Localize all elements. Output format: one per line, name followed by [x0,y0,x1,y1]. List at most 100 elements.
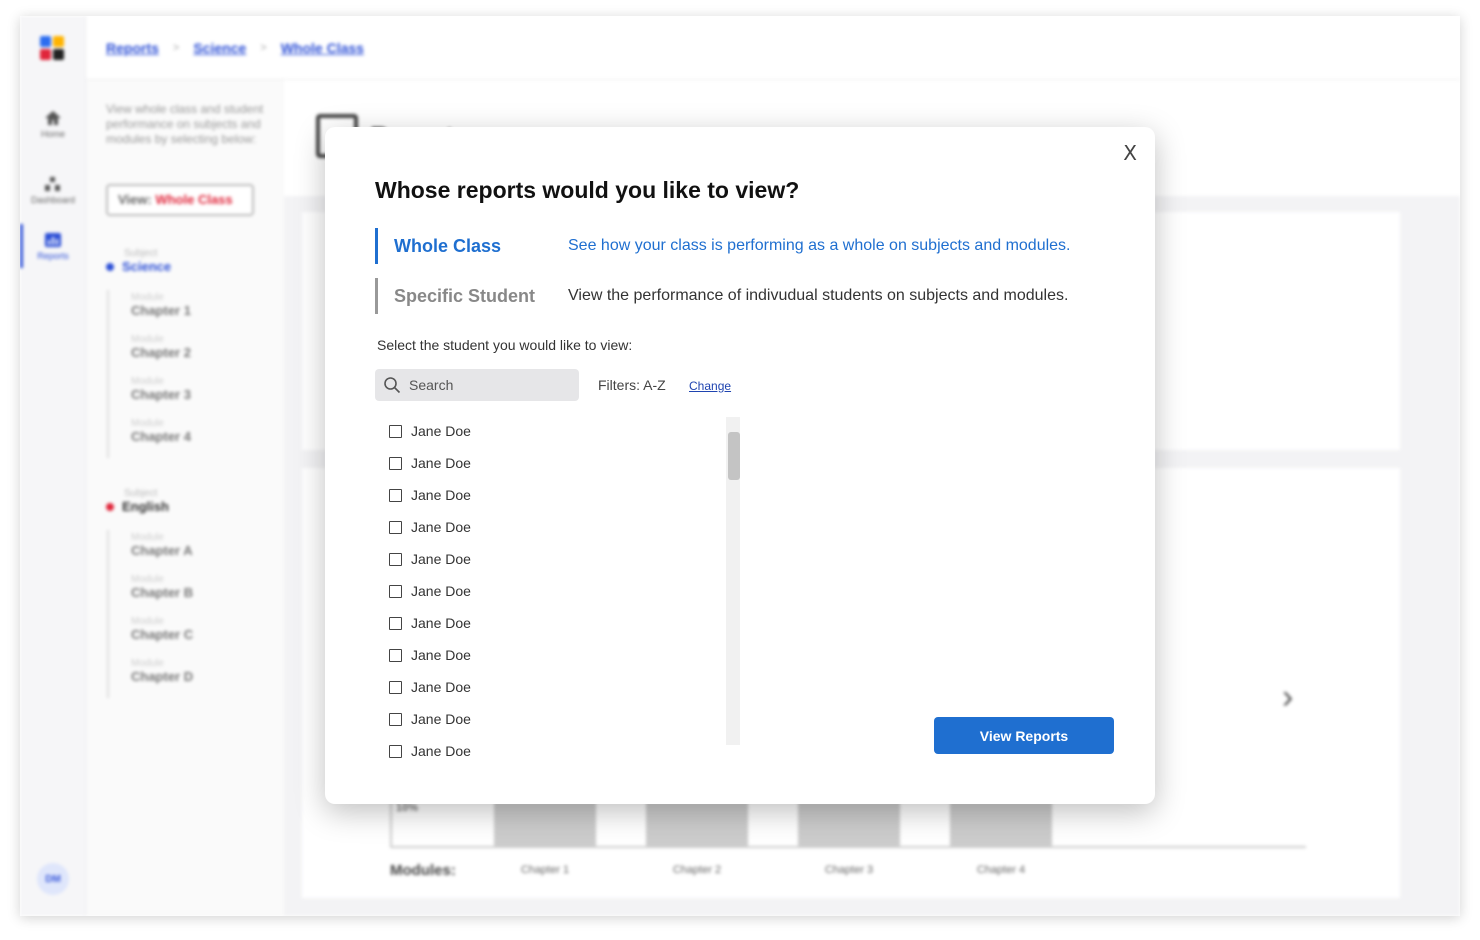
student-row[interactable]: Jane Doe [389,607,589,639]
module-item[interactable]: Module Chapter B [131,572,193,614]
student-search-input[interactable]: Search [375,369,579,401]
subject-science[interactable]: Subject Science [106,248,171,274]
search-placeholder: Search [409,377,454,393]
student-row[interactable]: Jane Doe [389,575,589,607]
rail-item-label: Dashboard [30,195,76,205]
chart-x-title: Modules: [390,862,456,879]
breadcrumb-reports[interactable]: Reports [106,40,159,56]
module-item[interactable]: Module Chapter 1 [131,290,191,332]
module-name: Chapter B [131,585,194,600]
student-row[interactable]: Jane Doe [389,511,589,543]
module-name: Chapter 2 [131,345,191,360]
module-item[interactable]: Module Chapter A [131,530,193,572]
module-item[interactable]: Module Chapter 2 [131,332,191,374]
view-reports-button[interactable]: View Reports [934,717,1114,754]
student-checkbox[interactable] [389,744,402,758]
student-checkbox[interactable] [389,680,402,694]
x-tick-label: Chapter 3 [824,864,874,876]
module-label: Module [131,616,164,627]
module-list: Module Chapter 1 Module Chapter 2 Module Ch… [107,290,191,458]
chart-bar [950,802,1052,848]
student-name: Jane Doe [411,551,471,567]
change-filter-link[interactable]: Change [689,379,731,393]
student-checkbox[interactable] [389,712,402,726]
rail-item-home[interactable]: Home [20,110,86,139]
option-specific-student[interactable]: Specific Student View the performance of… [375,278,1068,314]
chevron-right-icon: > [260,41,267,54]
rail-item-reports[interactable]: Reports [20,232,86,261]
subject-name: English [122,499,169,514]
subject-dot [106,503,114,511]
student-name: Jane Doe [411,615,471,631]
breadcrumb-science[interactable]: Science [193,40,246,56]
report-filter-panel: View whole class and student performance… [86,80,284,916]
student-checkbox[interactable] [389,584,402,598]
module-item[interactable]: Module Chapter 4 [131,416,191,458]
view-label: View: [118,192,156,207]
x-tick-label: Chapter 2 [672,864,722,876]
student-name: Jane Doe [411,487,471,503]
chart-bar [646,802,748,848]
breadcrumb-whole-class[interactable]: Whole Class [281,40,364,56]
view-value: Whole Class [155,192,233,207]
student-row[interactable]: Jane Doe [389,639,589,671]
student-row[interactable]: Jane Doe [389,671,589,703]
avatar[interactable]: DM [37,863,69,895]
home-icon [45,111,61,125]
module-label: Module [131,376,164,387]
chart-x-axis [390,846,1306,848]
breadcrumb: Reports > Science > Whole Class [86,16,1460,80]
view-selector[interactable]: View: Whole Class [106,184,254,216]
subject-label: Subject [124,488,158,499]
student-checkbox[interactable] [389,424,402,438]
student-checkbox[interactable] [389,488,402,502]
rail-item-label: Reports [37,251,69,261]
student-list: Jane Doe Jane Doe Jane Doe Jane Doe Jane… [389,415,589,767]
reports-icon [45,233,61,247]
rail-item-dashboard[interactable]: Dashboard [20,176,86,205]
option-name: Specific Student [394,285,536,306]
student-checkbox[interactable] [389,520,402,534]
subject-label: Subject [124,248,158,259]
option-whole-class[interactable]: Whole Class See how your class is perfor… [375,228,1070,264]
x-tick-label: Chapter 1 [520,864,570,876]
student-name: Jane Doe [411,743,471,759]
student-row[interactable]: Jane Doe [389,543,589,575]
subject-english[interactable]: Subject English [106,488,169,514]
student-name: Jane Doe [411,647,471,663]
option-description: View the performance of indivudual stude… [568,287,1069,304]
student-list-scrollbar[interactable] [726,417,740,745]
student-row[interactable]: Jane Doe [389,447,589,479]
search-icon [384,377,401,394]
subject-name: Science [122,259,172,274]
student-select-instruction: Select the student you would like to vie… [377,337,633,353]
close-icon[interactable]: X [1123,141,1137,165]
filters-label: Filters: A-Z [598,377,666,393]
module-item[interactable]: Module Chapter 3 [131,374,191,416]
student-row[interactable]: Jane Doe [389,415,589,447]
scrollbar-thumb[interactable] [728,432,740,480]
chevron-right-icon[interactable]: › [1282,678,1293,717]
student-name: Jane Doe [411,583,471,599]
chevron-right-icon: > [172,41,180,54]
student-checkbox[interactable] [389,552,402,566]
module-name: Chapter 3 [131,387,191,402]
student-name: Jane Doe [411,519,471,535]
module-name: Chapter D [131,669,194,684]
student-row[interactable]: Jane Doe [389,479,589,511]
module-item[interactable]: Module Chapter C [131,614,193,656]
module-label: Module [131,658,164,669]
student-checkbox[interactable] [389,456,402,470]
student-name: Jane Doe [411,423,471,439]
module-name: Chapter C [131,627,194,642]
student-checkbox[interactable] [389,648,402,662]
module-item[interactable]: Module Chapter D [131,656,193,698]
student-row[interactable]: Jane Doe [389,703,589,735]
chart-bar [798,802,900,848]
module-list: Module Chapter A Module Chapter B Module Ch… [107,530,193,698]
x-tick-label: Chapter 4 [976,864,1026,876]
student-row[interactable]: Jane Doe [389,735,589,767]
dashboard-icon [45,177,60,191]
rail-item-label: Home [40,129,65,139]
student-checkbox[interactable] [389,616,402,630]
